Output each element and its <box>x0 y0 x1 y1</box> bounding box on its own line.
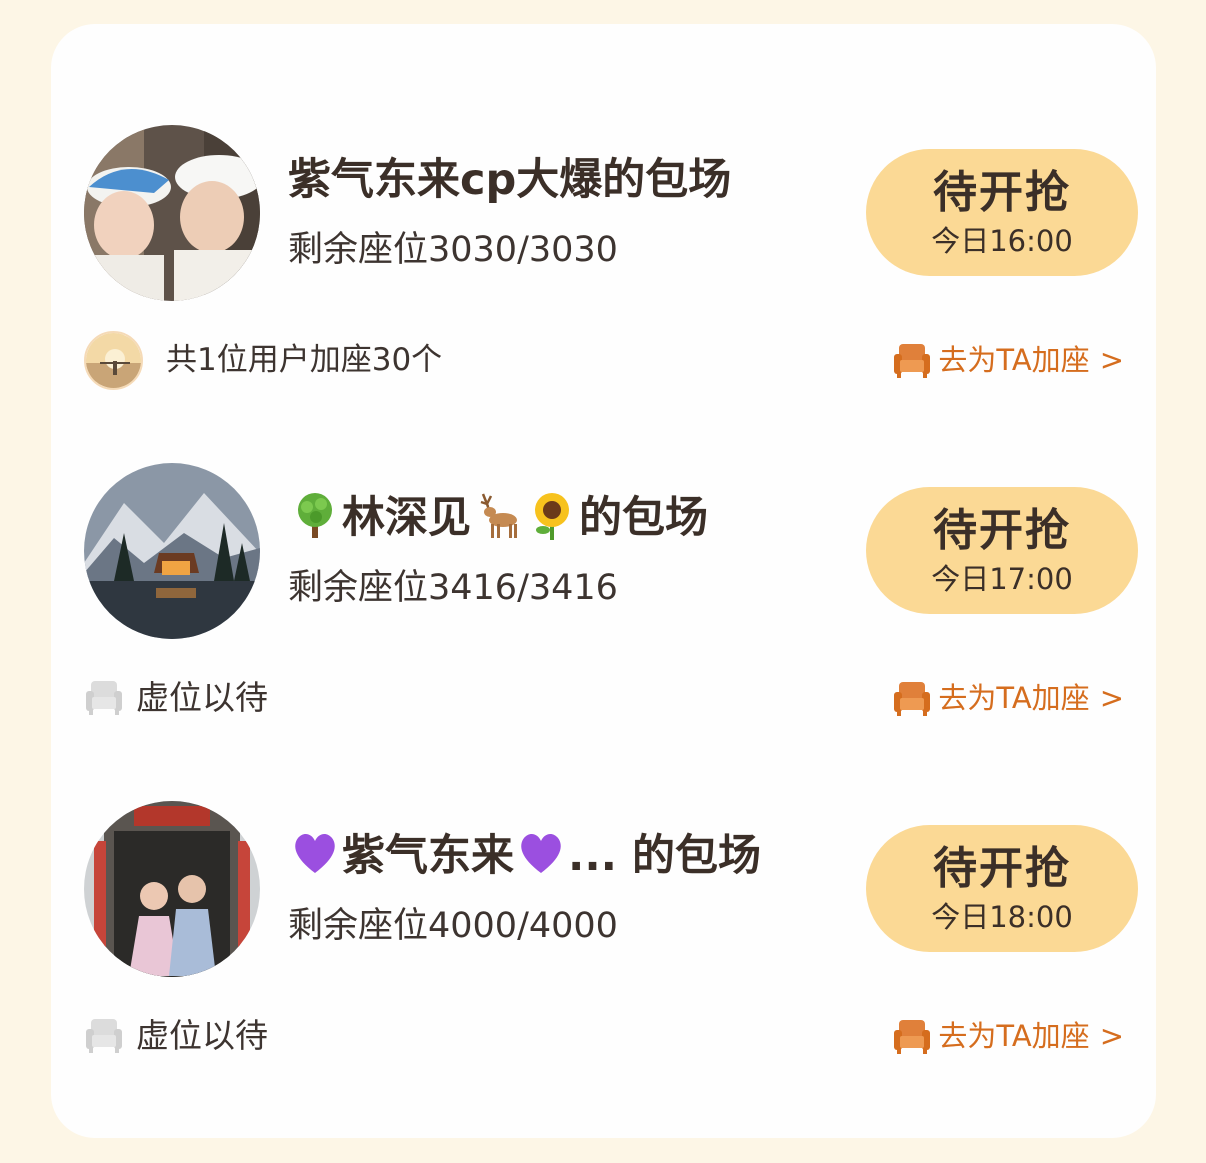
room-title-suffix: ... 的包场 <box>568 831 761 881</box>
grab-button-label: 待开抢 <box>933 167 1071 218</box>
room-title-text: 林深见 <box>342 493 471 543</box>
deer-emoji <box>473 490 523 540</box>
remaining-seats: 剩余座位3416/3416 <box>288 568 618 608</box>
remaining-seats: 剩余座位3030/3030 <box>288 230 618 270</box>
chevron-right-icon: > <box>1099 1019 1124 1053</box>
grab-button-time: 今日18:00 <box>931 900 1073 934</box>
room-title: 林深见 的包场 <box>288 490 848 546</box>
room-title: 紫气东来 ... 的包场 <box>288 828 848 884</box>
sofa-icon <box>894 1020 931 1054</box>
grab-button-time: 今日16:00 <box>931 224 1073 258</box>
room-avatar <box>84 125 260 301</box>
purple-heart-emoji <box>290 828 340 878</box>
room-list-card: 紫气东来cp大爆的包场 剩余座位3030/3030 待开抢 今日16:00 共1… <box>51 24 1156 1138</box>
grab-button[interactable]: 待开抢 今日17:00 <box>866 487 1138 614</box>
room-row[interactable]: 紫气东来cp大爆的包场 剩余座位3030/3030 待开抢 今日16:00 共1… <box>51 24 1156 390</box>
room-avatar <box>84 463 260 639</box>
remaining-seats: 剩余座位4000/4000 <box>288 906 618 946</box>
room-avatar <box>84 801 260 977</box>
grab-button-time: 今日17:00 <box>931 562 1073 596</box>
grab-button[interactable]: 待开抢 今日18:00 <box>866 825 1138 952</box>
room-title-suffix: 的包场 <box>579 493 708 543</box>
room-title-text: 紫气东来 <box>342 831 514 881</box>
gray-sofa-icon <box>86 1019 122 1053</box>
add-seat-link[interactable]: 去为TA加座 > <box>892 1014 1124 1058</box>
sunflower-emoji <box>527 490 577 540</box>
tree-emoji <box>290 490 340 540</box>
purple-heart-emoji <box>516 828 566 878</box>
grab-button[interactable]: 待开抢 今日16:00 <box>866 149 1138 276</box>
add-seat-link-text: 去为TA加座 <box>938 1019 1090 1053</box>
grab-button-label: 待开抢 <box>933 505 1071 556</box>
room-row[interactable]: 紫气东来 ... 的包场 剩余座位4000/4000 待开抢 今日18:00 虚… <box>51 700 1156 1055</box>
room-title: 紫气东来cp大爆的包场 <box>288 155 732 205</box>
empty-seat-text: 虚位以待 <box>136 1016 268 1055</box>
room-row[interactable]: 林深见 的包场 剩余座位3416/3416 待开抢 今日17:00 虚位以待 去… <box>51 362 1156 717</box>
grab-button-label: 待开抢 <box>933 843 1071 894</box>
